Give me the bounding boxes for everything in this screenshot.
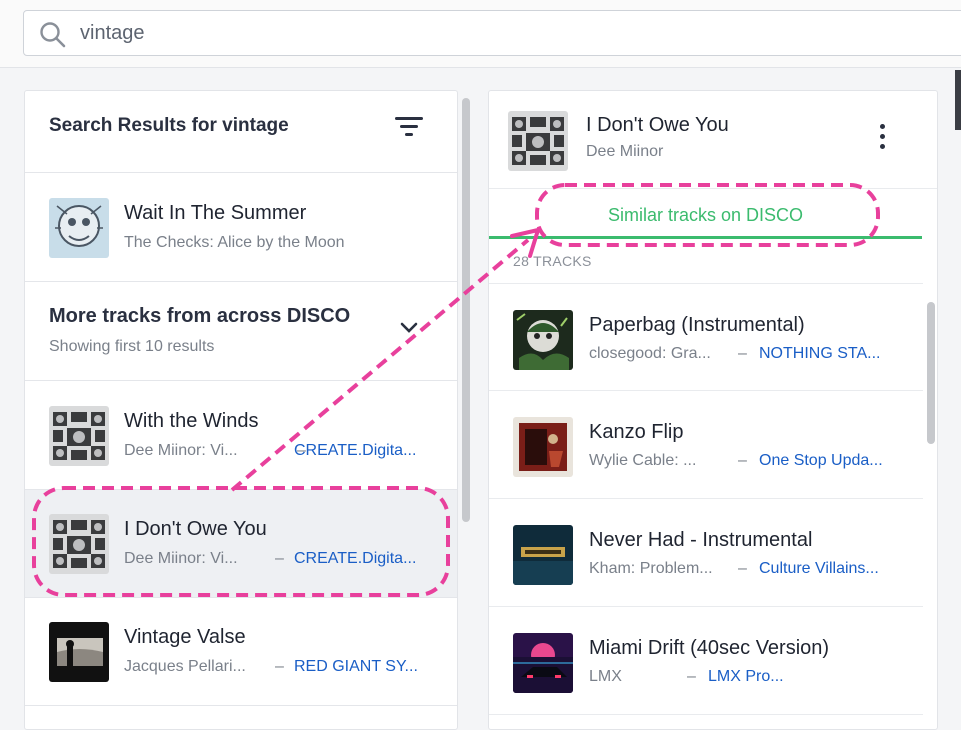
label-link[interactable]: NOTHING STA...	[759, 345, 880, 363]
track-detail-header: I Don't Owe You Dee Miinor	[489, 91, 937, 189]
separator: –	[275, 550, 284, 567]
track-detail-panel: I Don't Owe You Dee Miinor Similar track…	[488, 90, 938, 730]
track-title: Never Had - Instrumental	[589, 529, 813, 551]
filter-icon[interactable]	[395, 117, 425, 139]
track-artist: Dee Miinor: Vi...	[124, 550, 238, 567]
chevron-down-icon[interactable]	[399, 321, 419, 335]
album-art	[508, 111, 568, 171]
album-art	[49, 406, 109, 466]
track-artist: Dee Miinor: Vi...	[124, 442, 238, 459]
separator: –	[687, 668, 696, 685]
results-header: Search Results for vintage	[25, 91, 457, 173]
more-tracks-subtitle: Showing first 10 results	[49, 338, 215, 355]
album-art	[513, 310, 573, 370]
search-results-panel: Search Results for vintage Wait In The S…	[24, 90, 458, 730]
separator: –	[738, 345, 747, 362]
label-link[interactable]: LMX Pro...	[708, 668, 784, 686]
more-tracks-title: More tracks from across DISCO	[49, 305, 351, 327]
track-artist: Wylie Cable: ...	[589, 452, 697, 469]
track-artist: closegood: Gra...	[589, 345, 711, 362]
album-art	[49, 622, 109, 682]
track-row[interactable]: With the Winds Dee Miinor: Vi... – CREAT…	[25, 382, 457, 490]
similar-track-row[interactable]: Paperbag (Instrumental) closegood: Gra..…	[489, 283, 923, 391]
more-tracks-section[interactable]: More tracks from across DISCO Showing fi…	[25, 283, 457, 381]
label-link[interactable]: One Stop Upda...	[759, 452, 883, 470]
track-title: Vintage Valse	[124, 626, 246, 648]
track-title: Miami Drift (40sec Version)	[589, 637, 830, 659]
similar-track-row[interactable]: Kanzo Flip Wylie Cable: ... – One Stop U…	[489, 391, 923, 499]
similar-track-row[interactable]: Miami Drift (40sec Version) LMX – LMX Pr…	[489, 607, 923, 715]
search-input[interactable]	[80, 19, 780, 47]
left-scrollbar[interactable]	[462, 98, 470, 522]
tab-similar-tracks[interactable]: Similar tracks on DISCO	[489, 190, 922, 239]
album-art	[513, 633, 573, 693]
label-link[interactable]: Culture Villains...	[759, 560, 879, 578]
kebab-menu-icon[interactable]	[879, 124, 887, 150]
album-art	[49, 198, 109, 258]
separator: –	[738, 560, 747, 577]
track-artist: LMX	[589, 668, 622, 685]
track-subtitle: The Checks: Alice by the Moon	[124, 234, 345, 251]
search-icon	[40, 22, 66, 48]
right-scrollbar[interactable]	[927, 302, 935, 444]
album-art	[49, 514, 109, 574]
label-link[interactable]: RED GIANT SY...	[294, 658, 418, 676]
search-box[interactable]	[23, 10, 961, 56]
separator: –	[275, 658, 284, 675]
track-title: With the Winds	[124, 410, 259, 432]
track-count: 28 TRACKS	[513, 253, 592, 269]
track-row-selected[interactable]: I Don't Owe You Dee Miinor: Vi... – CREA…	[25, 490, 457, 598]
track-title: Wait In The Summer	[124, 202, 307, 224]
detail-track-artist: Dee Miinor	[586, 143, 664, 160]
label-link[interactable]: CREATE.Digita...	[294, 442, 416, 460]
track-title: Kanzo Flip	[589, 421, 684, 443]
track-title: I Don't Owe You	[124, 518, 267, 540]
top-bar	[0, 0, 961, 68]
detail-track-title: I Don't Owe You	[586, 114, 729, 136]
top-result-row[interactable]: Wait In The Summer The Checks: Alice by …	[25, 174, 457, 282]
track-artist: Kham: Problem...	[589, 560, 713, 577]
separator: –	[738, 452, 747, 469]
album-art	[513, 525, 573, 585]
album-art	[513, 417, 573, 477]
results-title: Search Results for vintage	[49, 115, 289, 136]
similar-track-row[interactable]: Never Had - Instrumental Kham: Problem..…	[489, 499, 923, 607]
window-edge	[955, 70, 961, 130]
track-artist: Jacques Pellari...	[124, 658, 246, 675]
track-row[interactable]: Vintage Valse Jacques Pellari... – RED G…	[25, 598, 457, 706]
label-link[interactable]: CREATE.Digita...	[294, 550, 416, 568]
track-title: Paperbag (Instrumental)	[589, 314, 805, 336]
